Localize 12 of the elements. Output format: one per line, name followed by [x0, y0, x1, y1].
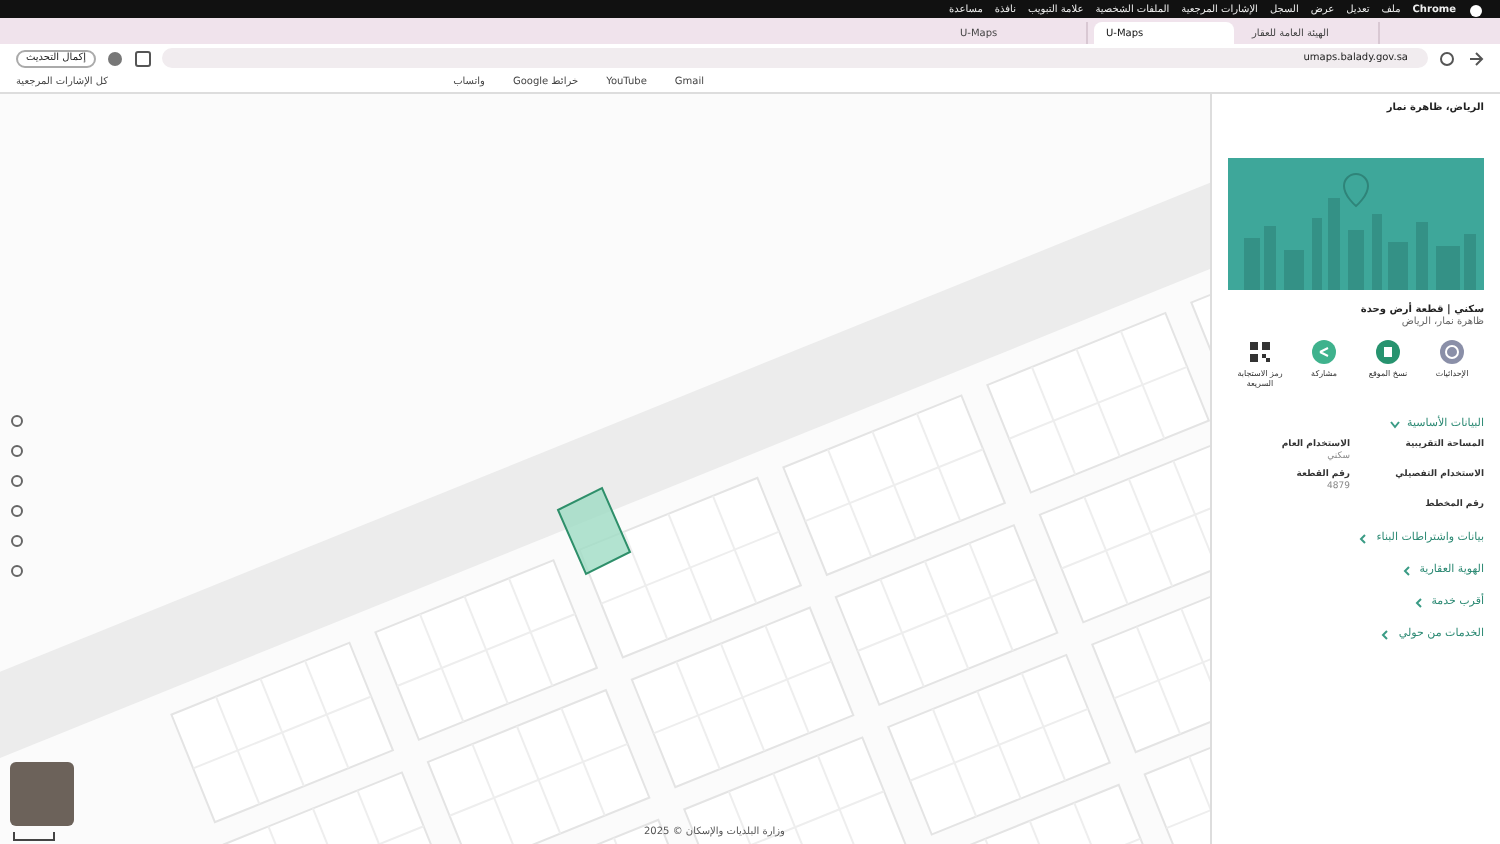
share-icon — [1312, 340, 1336, 364]
qr-code-icon — [1248, 340, 1272, 364]
selected-parcel-shape — [554, 486, 634, 578]
document-icon — [1376, 340, 1400, 364]
chevron-down-icon — [1389, 419, 1399, 429]
back-arrow-icon — [1466, 49, 1484, 67]
profile-icon — [105, 49, 124, 67]
chevron-left-icon — [1358, 533, 1369, 543]
chevron-left-icon — [1401, 565, 1412, 575]
chevron-left-icon — [1413, 597, 1424, 607]
scale-bar-icon — [12, 832, 56, 842]
chevron-left-icon — [1380, 629, 1391, 639]
